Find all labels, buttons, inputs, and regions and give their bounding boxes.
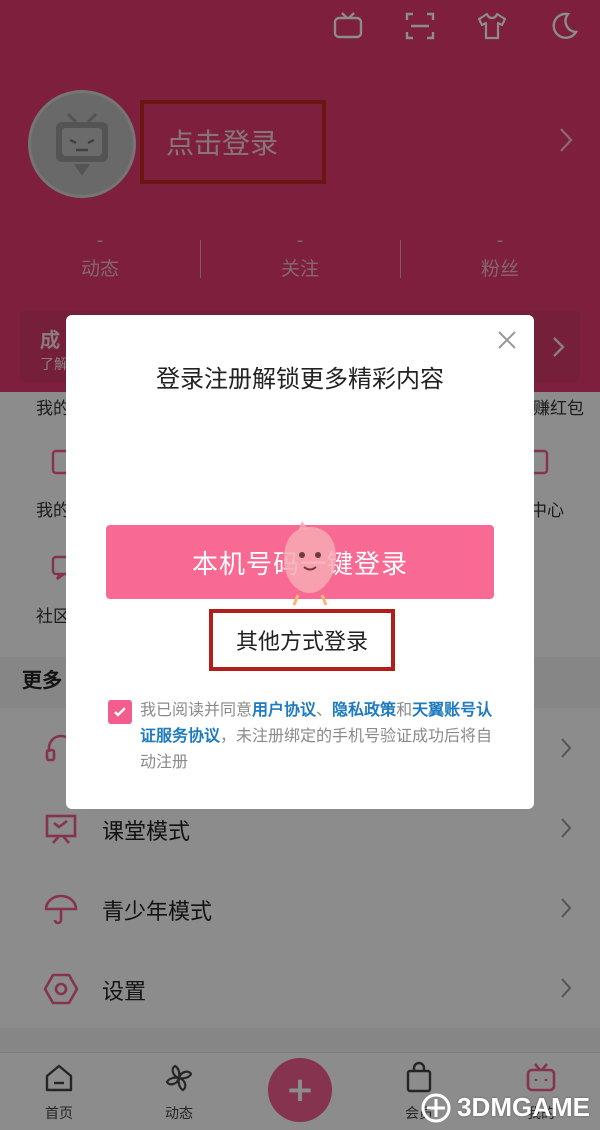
login-dialog: 登录注册解锁更多精彩内容 本机号码一键登录 其他方式登录 我已阅读并同意用户协议… — [66, 315, 534, 809]
other-login-button[interactable]: 其他方式登录 — [209, 609, 395, 671]
agreement-prefix: 我已阅读并同意 — [140, 700, 253, 719]
one-click-login-button[interactable]: 本机号码一键登录 — [106, 525, 494, 599]
dialog-title: 登录注册解锁更多精彩内容 — [156, 365, 444, 393]
close-icon[interactable] — [496, 329, 518, 351]
agreement-separator: 和 — [396, 700, 413, 719]
agreement-separator: 、 — [316, 700, 333, 719]
watermark-text: 3DMGAME — [457, 1092, 590, 1122]
agreement-text: 我已阅读并同意用户协议、隐私政策和天翼账号认证服务协议，未注册绑定的手机号验证成… — [140, 697, 502, 775]
privacy-policy-link[interactable]: 隐私政策 — [332, 700, 396, 719]
watermark: 3DMGAME — [421, 1092, 590, 1123]
agree-checkbox[interactable] — [108, 700, 132, 724]
watermark-logo-icon — [421, 1093, 451, 1122]
check-icon — [114, 707, 126, 717]
user-agreement-link[interactable]: 用户协议 — [252, 700, 316, 719]
